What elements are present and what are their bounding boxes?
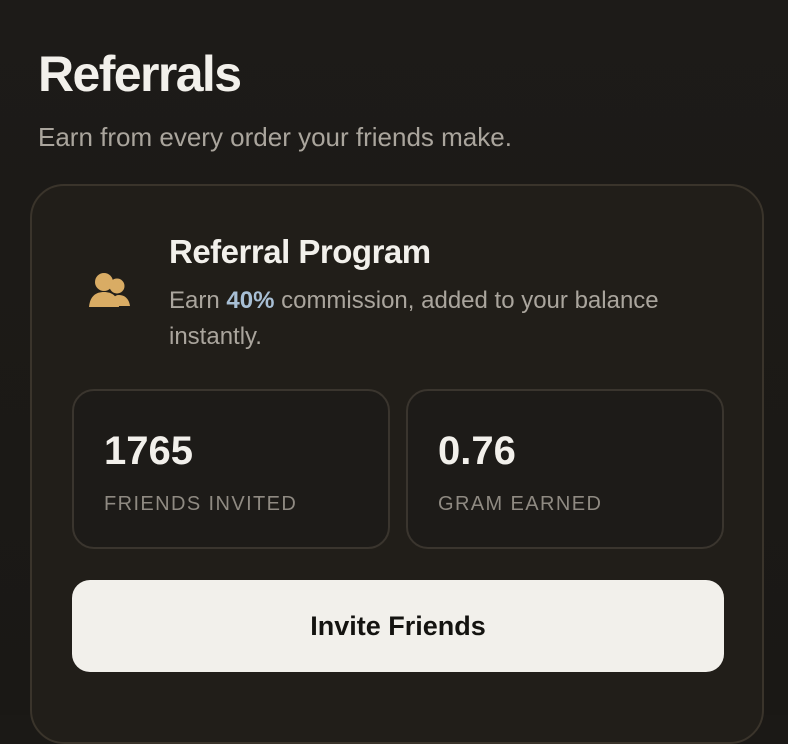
invite-friends-button[interactable]: Invite Friends bbox=[72, 580, 724, 672]
commission-rate: 40% bbox=[226, 287, 275, 314]
friends-invited-value: 1765 bbox=[104, 429, 193, 473]
referral-program-title: Referral Program bbox=[169, 233, 431, 270]
description-prefix: Earn bbox=[169, 287, 227, 314]
friends-invited-stat: 1765 Friends Invited bbox=[72, 389, 390, 549]
page-title: Referrals bbox=[38, 46, 242, 102]
referrals-page: Referrals Earn from every order your fri… bbox=[0, 0, 788, 744]
referral-program-card: Referral Program Earn 40% commission, ad… bbox=[30, 184, 764, 744]
referral-program-description: Earn 40% commission, added to your balan… bbox=[169, 283, 739, 355]
page-subtitle: Earn from every order your friends make. bbox=[38, 122, 512, 152]
gram-earned-label: Gram Earned bbox=[438, 493, 603, 515]
gram-earned-value: 0.76 bbox=[438, 429, 516, 473]
gram-earned-stat: 0.76 Gram Earned bbox=[406, 389, 724, 549]
friends-invited-label: Friends Invited bbox=[104, 493, 298, 515]
users-icon bbox=[86, 272, 132, 314]
